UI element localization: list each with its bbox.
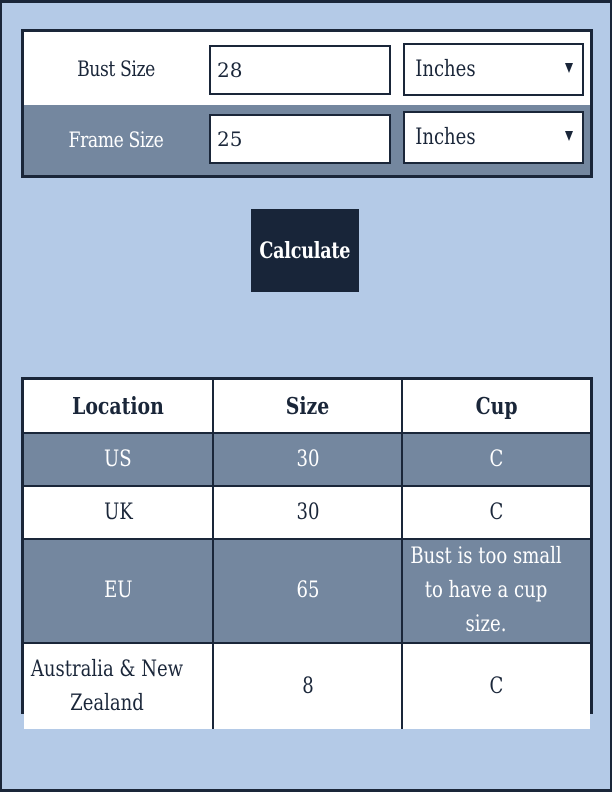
bust-size-label: Bust Size bbox=[77, 56, 155, 81]
cup-cell: C bbox=[401, 642, 590, 729]
location-cell: UK bbox=[24, 485, 214, 540]
location-cell: Australia & New Zealand bbox=[24, 642, 214, 729]
table-row: EU 65 Bust is too small to have a cup si… bbox=[24, 538, 590, 644]
location-cell: EU bbox=[24, 538, 214, 644]
size-cell: 30 bbox=[212, 432, 403, 487]
page-frame: Bust Size Inches Frame Size Inches Calcu… bbox=[2, 3, 610, 789]
size-cell: 65 bbox=[212, 538, 403, 644]
cup-cell: Bust is too small to have a cup size. bbox=[401, 538, 590, 644]
calculate-button-label: Calculate bbox=[259, 237, 351, 264]
table-row: UK 30 C bbox=[24, 485, 590, 540]
frame-size-row: Frame Size Inches bbox=[24, 105, 590, 175]
table-row: Australia & New Zealand 8 C bbox=[24, 642, 590, 729]
frame-unit-value: Inches bbox=[415, 125, 476, 150]
results-table: Location Size Cup US 30 C UK 30 C EU 65 … bbox=[21, 377, 593, 729]
chevron-down-icon bbox=[565, 63, 573, 73]
frame-size-input[interactable] bbox=[209, 114, 391, 164]
column-header-location: Location bbox=[24, 380, 214, 434]
bust-unit-value: Inches bbox=[415, 57, 476, 82]
chevron-down-icon bbox=[565, 131, 573, 141]
table-row: US 30 C bbox=[24, 432, 590, 487]
frame-size-label: Frame Size bbox=[68, 128, 164, 152]
measurement-form: Bust Size Inches Frame Size Inches bbox=[21, 29, 593, 178]
cup-cell: C bbox=[401, 485, 590, 540]
location-cell: US bbox=[24, 432, 214, 487]
bust-size-input[interactable] bbox=[209, 45, 391, 95]
table-header-row: Location Size Cup bbox=[24, 380, 590, 434]
bust-size-row: Bust Size Inches bbox=[24, 32, 590, 105]
calculate-button[interactable]: Calculate bbox=[251, 209, 359, 292]
bust-unit-select[interactable]: Inches bbox=[403, 43, 584, 96]
cup-cell: C bbox=[401, 432, 590, 487]
size-cell: 8 bbox=[212, 642, 403, 729]
frame-unit-select[interactable]: Inches bbox=[403, 111, 584, 164]
column-header-size: Size bbox=[212, 380, 403, 434]
column-header-cup: Cup bbox=[401, 380, 590, 434]
size-cell: 30 bbox=[212, 485, 403, 540]
